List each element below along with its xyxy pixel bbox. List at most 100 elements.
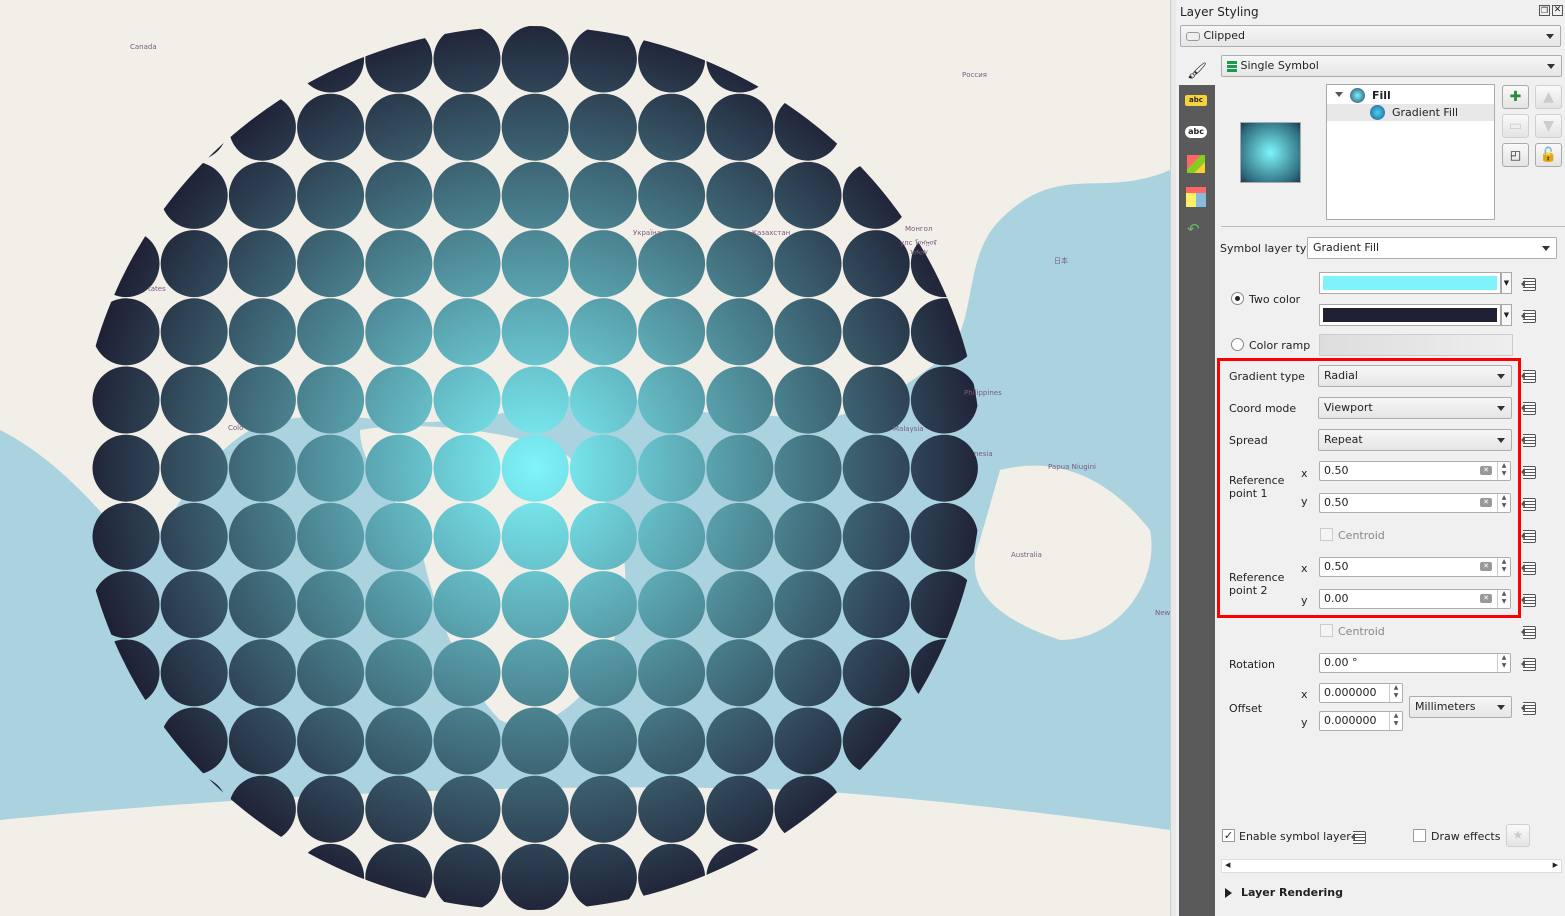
- gradient-circle-feature: [706, 502, 774, 570]
- gradient-circle-feature: [365, 298, 433, 366]
- ref2-x-input[interactable]: 0.50 ✕ ▲ ▼: [1319, 557, 1511, 577]
- ref2-label: Reference: [1229, 571, 1285, 584]
- gradient-circle-feature: [297, 571, 365, 639]
- ref2-y-input[interactable]: 0.00 ✕ ▲ ▼: [1319, 589, 1511, 609]
- data-defined-override-icon[interactable]: [1521, 699, 1545, 717]
- two-color-radio[interactable]: [1231, 292, 1244, 305]
- color-ramp-button[interactable]: [1319, 334, 1513, 356]
- gradient-circle-feature: [365, 93, 433, 161]
- coord-mode-select[interactable]: Viewport: [1318, 397, 1512, 419]
- gradient-circle-feature: [638, 161, 706, 229]
- gradient-circle-feature: [228, 707, 296, 775]
- color2-dropdown[interactable]: ▼: [1501, 304, 1512, 326]
- gradient-circle-feature: [569, 161, 637, 229]
- move-down-button[interactable]: ▼: [1535, 114, 1562, 138]
- effects-star-icon[interactable]: ★: [1506, 824, 1530, 847]
- data-defined-override-icon[interactable]: [1521, 431, 1545, 449]
- symbol-layer-type-select[interactable]: Gradient Fill: [1307, 237, 1557, 259]
- gradient-circle-feature: [160, 571, 228, 639]
- tree-item-gradient-fill[interactable]: Gradient Fill: [1327, 104, 1494, 121]
- add-symbol-layer-button[interactable]: ✚: [1502, 85, 1529, 109]
- clear-icon[interactable]: ✕: [1480, 562, 1492, 571]
- ref1-y-input[interactable]: 0.50 ✕ ▲ ▼: [1319, 493, 1511, 513]
- data-defined-override-icon[interactable]: [1521, 559, 1545, 577]
- gradient-circle-feature: [910, 571, 978, 639]
- 3d-view-tab-icon[interactable]: [1187, 155, 1205, 173]
- gradient-circle-feature: [228, 161, 296, 229]
- gradient-circle-feature: [774, 502, 842, 570]
- labels-tab-icon[interactable]: abc: [1185, 95, 1207, 106]
- clear-icon[interactable]: ✕: [1480, 498, 1492, 507]
- gradient-circle-feature: [910, 434, 978, 502]
- scroll-left-icon[interactable]: ◀: [1225, 861, 1230, 869]
- offset-y-input[interactable]: 0.000000 ▲ ▼: [1319, 711, 1403, 731]
- renderer-select[interactable]: Single Symbol: [1221, 55, 1562, 77]
- draw-effects-checkbox[interactable]: [1413, 829, 1426, 842]
- data-defined-override-icon[interactable]: [1521, 367, 1545, 385]
- map-canvas[interactable]: Canada Россия Монгол улс ᠮᠣᠩᠭᠣᠯ ᠤᠯᠤᠰ 日本 Україн…: [0, 0, 1170, 916]
- symbol-layer-type-value: Gradient Fill: [1313, 241, 1380, 254]
- gradient-circle-feature: [433, 26, 501, 93]
- color1-dropdown[interactable]: ▼: [1501, 272, 1512, 294]
- polygon-layer-icon: [1186, 31, 1200, 41]
- data-defined-override-icon[interactable]: [1521, 623, 1545, 641]
- gradient-circle-feature: [228, 230, 296, 298]
- data-defined-override-icon[interactable]: [1521, 399, 1545, 417]
- rotation-input[interactable]: 0.00 ° ▲ ▼: [1319, 653, 1511, 673]
- ref2-centroid-label: Centroid: [1338, 625, 1385, 638]
- scroll-right-icon[interactable]: ▶: [1553, 861, 1558, 869]
- color1-button[interactable]: [1319, 272, 1501, 294]
- data-defined-override-icon[interactable]: [1351, 828, 1375, 846]
- data-defined-override-icon[interactable]: [1521, 307, 1545, 325]
- offset-x-input[interactable]: 0.000000 ▲ ▼: [1319, 683, 1403, 703]
- data-defined-override-icon[interactable]: [1521, 495, 1545, 513]
- lock-color-button[interactable]: 🔓: [1535, 143, 1562, 167]
- layer-rendering-section[interactable]: Layer Rendering: [1241, 886, 1343, 899]
- spread-select[interactable]: Repeat: [1318, 429, 1512, 451]
- gradient-circle-feature: [501, 775, 569, 843]
- offset-x-label: x: [1301, 688, 1308, 701]
- collapse-arrow-icon[interactable]: [1335, 92, 1343, 97]
- tree-item-fill[interactable]: Fill: [1327, 87, 1494, 104]
- history-tab-icon[interactable]: ↶: [1187, 220, 1200, 238]
- remove-symbol-layer-button[interactable]: ▭: [1502, 114, 1529, 138]
- gradient-circle-feature: [569, 230, 637, 298]
- gradient-circle-feature: [774, 161, 842, 229]
- clear-icon[interactable]: ✕: [1480, 466, 1492, 475]
- divider: [1221, 226, 1565, 227]
- symbology-tab-paintbrush-icon[interactable]: 🖌: [1179, 57, 1215, 85]
- ref1-x-input[interactable]: 0.50 ✕ ▲ ▼: [1319, 461, 1511, 481]
- data-defined-override-icon[interactable]: [1521, 275, 1545, 293]
- close-icon[interactable]: ✕: [1552, 5, 1563, 16]
- duplicate-layer-button[interactable]: ◰: [1502, 143, 1529, 167]
- gradient-circle-feature: [365, 707, 433, 775]
- gradient-circle-feature: [160, 230, 228, 298]
- color2-button[interactable]: [1319, 304, 1501, 326]
- clear-icon[interactable]: ✕: [1480, 594, 1492, 603]
- expand-arrow-icon[interactable]: [1225, 888, 1232, 898]
- enable-symbol-layer-checkbox[interactable]: ✓: [1222, 829, 1235, 842]
- gradient-type-label: Gradient type: [1229, 370, 1305, 383]
- gradient-circle-feature: [365, 161, 433, 229]
- gradient-circle-feature: [501, 502, 569, 570]
- offset-unit-select[interactable]: Millimeters: [1409, 696, 1512, 718]
- data-defined-override-icon[interactable]: [1521, 463, 1545, 481]
- gradient-circle-feature: [92, 502, 160, 570]
- data-defined-override-icon[interactable]: [1521, 527, 1545, 545]
- layer-select[interactable]: Clipped: [1180, 25, 1561, 47]
- ref1-centroid-checkbox[interactable]: [1320, 528, 1333, 541]
- map-place-label: Malaysia: [893, 425, 924, 433]
- diagrams-tab-icon[interactable]: [1186, 187, 1206, 207]
- move-up-button[interactable]: ▲: [1535, 85, 1562, 109]
- gradient-circle-feature: [569, 775, 637, 843]
- data-defined-override-icon[interactable]: [1521, 591, 1545, 609]
- color-ramp-radio[interactable]: [1231, 338, 1244, 351]
- gradient-circle-feature: [706, 93, 774, 161]
- float-icon[interactable]: ❐: [1539, 5, 1550, 16]
- ref2-centroid-checkbox[interactable]: [1320, 624, 1333, 637]
- masks-tab-icon[interactable]: abc: [1185, 126, 1207, 138]
- data-defined-override-icon[interactable]: [1521, 655, 1545, 673]
- gradient-type-select[interactable]: Radial: [1318, 365, 1512, 387]
- ref2-y-value: 0.00: [1324, 592, 1349, 605]
- horizontal-scrollbar[interactable]: ◀ ▶: [1221, 859, 1562, 873]
